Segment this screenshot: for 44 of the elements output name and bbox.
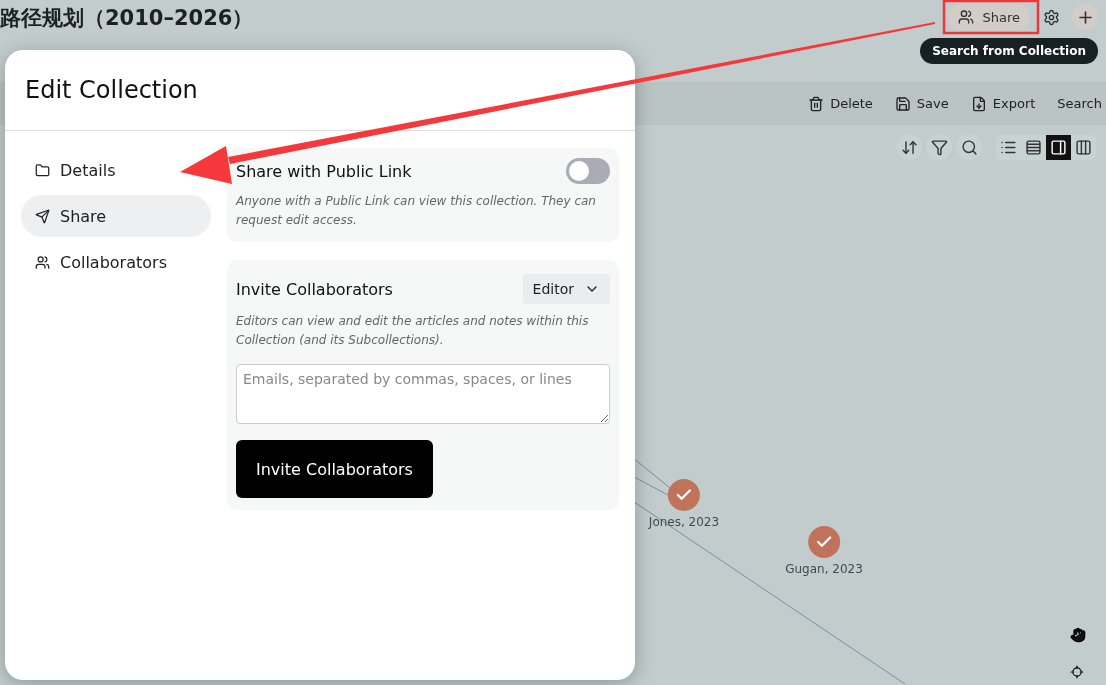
toolbar-button[interactable]: Search xyxy=(1057,96,1102,111)
share-button[interactable]: Share xyxy=(948,4,1030,30)
tooltip: Search from Collection xyxy=(920,38,1098,64)
modal-title: Edit Collection xyxy=(25,76,198,104)
download-icon xyxy=(970,95,987,112)
page-title: 路径规划（2010–2026） xyxy=(0,5,254,32)
filter-button[interactable] xyxy=(926,134,952,160)
toggle-switch[interactable] xyxy=(566,158,610,184)
users-icon xyxy=(35,254,50,270)
graph-node[interactable] xyxy=(668,479,700,511)
card-title: Invite Collaborators xyxy=(236,279,393,299)
email-field[interactable]: Emails, separated by commas, spaces, or lines xyxy=(236,364,610,424)
floppy-icon xyxy=(894,95,911,112)
nav-item[interactable]: Share xyxy=(21,195,211,237)
sort-button[interactable] xyxy=(896,134,922,160)
nav-item[interactable]: Details xyxy=(21,149,130,191)
gear-icon xyxy=(1042,8,1060,26)
filter-icon xyxy=(930,138,948,156)
send-icon xyxy=(35,208,50,224)
view-mode-button[interactable] xyxy=(1046,134,1071,160)
toolbar-button[interactable]: Export xyxy=(970,95,1036,112)
columns-view-icon xyxy=(1075,138,1092,156)
graph-node[interactable] xyxy=(808,526,840,558)
card-title: Share with Public Link xyxy=(236,161,412,181)
invite-button[interactable]: Invite Collaborators xyxy=(236,440,433,498)
trash-icon xyxy=(808,95,825,112)
add-button[interactable] xyxy=(1072,4,1098,30)
folder-icon xyxy=(35,162,50,178)
table-view-icon xyxy=(1025,138,1042,156)
card-description: Editors can view and edit the articles and notes within this Collection (and its Subcollections). xyxy=(236,313,590,349)
users-icon xyxy=(958,9,975,25)
hand-icon[interactable] xyxy=(1070,627,1086,643)
locate-icon[interactable] xyxy=(1070,665,1084,679)
compact-view-icon xyxy=(1050,138,1067,156)
search-icon xyxy=(960,138,978,156)
role-dropdown[interactable]: Editor xyxy=(522,274,610,304)
nav-item[interactable]: Collaborators xyxy=(21,241,181,283)
node-label: Gugan, 2023 xyxy=(785,562,863,576)
toolbar-button[interactable]: Save xyxy=(894,95,949,112)
toolbar-button[interactable]: Delete xyxy=(808,95,873,112)
node-label: Jones, 2023 xyxy=(648,515,720,529)
search-button[interactable] xyxy=(956,134,982,160)
sort-icon xyxy=(900,138,918,156)
card-description: Anyone with a Public Link can view this collection. They can request edit access. xyxy=(236,193,597,229)
